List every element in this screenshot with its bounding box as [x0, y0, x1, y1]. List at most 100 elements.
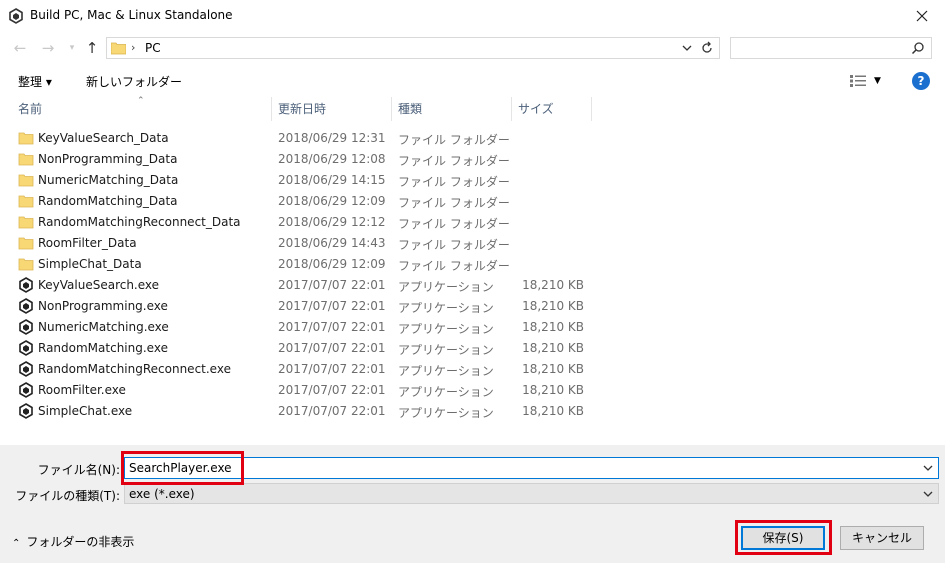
folder-icon — [18, 153, 34, 166]
file-date: 2017/07/07 22:01 — [278, 320, 386, 334]
file-name: SimpleChat.exe — [38, 404, 133, 418]
filename-highlight — [121, 451, 244, 485]
chevron-down-icon[interactable] — [922, 462, 934, 474]
file-type: アプリケーション — [398, 301, 494, 315]
unity-icon — [19, 361, 33, 377]
search-input[interactable] — [730, 37, 932, 59]
file-date: 2017/07/07 22:01 — [278, 278, 386, 292]
file-row[interactable]: SimpleChat_Data 2018/06/29 12:09 ファイル フォルダ… — [0, 254, 945, 275]
file-name: KeyValueSearch_Data — [38, 131, 169, 145]
file-row[interactable]: RandomMatchingReconnect_Data 2018/06/29 1… — [0, 212, 945, 233]
file-date: 2018/06/29 14:15 — [278, 173, 386, 187]
filename-label: ファイル名(N): — [37, 463, 120, 477]
arrow-left-icon: ← — [13, 39, 27, 57]
file-row[interactable]: NonProgramming_Data 2018/06/29 12:08 ファイル … — [0, 149, 945, 170]
file-type: アプリケーション — [398, 385, 494, 399]
file-name: RoomFilter_Data — [38, 236, 137, 250]
file-date: 2017/07/07 22:01 — [278, 383, 386, 397]
file-name: RoomFilter.exe — [38, 383, 126, 397]
view-details-icon[interactable] — [850, 75, 866, 87]
filetype-label: ファイルの種類(T): — [15, 489, 120, 503]
column-headers: 名前 更新日時 種類 サイズ — [0, 97, 945, 121]
folder-icon — [18, 258, 34, 271]
address-bar[interactable]: › PC — [106, 37, 720, 59]
column-header-date[interactable]: 更新日時 — [272, 97, 392, 121]
unity-icon — [19, 277, 33, 293]
file-type: アプリケーション — [398, 322, 494, 336]
refresh-icon[interactable] — [699, 40, 715, 56]
file-name: RandomMatchingReconnect.exe — [38, 362, 231, 376]
filetype-value: exe (*.exe) — [129, 487, 195, 501]
search-icon — [911, 42, 924, 55]
unity-icon — [19, 298, 33, 314]
file-type: ファイル フォルダー — [398, 238, 510, 252]
file-name: RandomMatchingReconnect_Data — [38, 215, 241, 229]
file-name: NonProgramming.exe — [38, 299, 168, 313]
file-size: 18,210 KB — [522, 299, 584, 313]
file-row[interactable]: KeyValueSearch_Data 2018/06/29 12:31 ファイル … — [0, 128, 945, 149]
file-date: 2017/07/07 22:01 — [278, 362, 386, 376]
close-icon — [916, 10, 928, 22]
arrow-up-icon: ↑ — [85, 39, 99, 57]
file-row[interactable]: SimpleChat.exe 2017/07/07 22:01 アプリケーション 18… — [0, 401, 945, 422]
file-type: ファイル フォルダー — [398, 154, 510, 168]
folder-icon — [18, 174, 34, 187]
help-icon: ? — [917, 74, 925, 88]
file-type: アプリケーション — [398, 406, 494, 420]
file-row[interactable]: KeyValueSearch.exe 2017/07/07 22:01 アプリケーシ… — [0, 275, 945, 296]
command-bar: 整理 ▾ 新しいフォルダー ▼ — [0, 66, 945, 96]
file-row[interactable]: RandomMatching_Data 2018/06/29 12:09 ファイル … — [0, 191, 945, 212]
file-date: 2018/06/29 12:09 — [278, 194, 386, 208]
up-button[interactable]: ↑ — [82, 38, 102, 58]
filename-field[interactable]: SearchPlayer.exe — [124, 457, 939, 479]
cancel-button[interactable]: キャンセル — [840, 526, 924, 550]
recent-locations-button[interactable]: ▾ — [62, 38, 82, 58]
column-header-name[interactable]: 名前 — [12, 97, 272, 121]
organize-menu[interactable]: 整理 ▾ — [18, 73, 52, 90]
file-name: SimpleChat_Data — [38, 257, 142, 271]
file-row[interactable]: RoomFilter.exe 2017/07/07 22:01 アプリケーション 18… — [0, 380, 945, 401]
forward-button[interactable]: → — [38, 38, 58, 58]
folder-icon — [18, 216, 34, 229]
chevron-down-icon: ▾ — [69, 43, 75, 53]
folder-icon — [18, 132, 34, 145]
file-size: 18,210 KB — [522, 383, 584, 397]
unity-icon — [9, 8, 23, 24]
folder-icon — [18, 195, 34, 208]
file-row[interactable]: RoomFilter_Data 2018/06/29 14:43 ファイル フォルダ… — [0, 233, 945, 254]
chevron-down-icon[interactable] — [680, 41, 694, 55]
folder-icon — [111, 42, 126, 55]
file-name: NumericMatching_Data — [38, 173, 179, 187]
column-header-type[interactable]: 種類 — [392, 97, 512, 121]
filetype-select[interactable]: exe (*.exe) — [124, 483, 939, 504]
file-date: 2017/07/07 22:01 — [278, 299, 386, 313]
hide-folders-label: フォルダーの非表示 — [26, 535, 135, 549]
file-row[interactable]: RandomMatching.exe 2017/07/07 22:01 アプリケーシ… — [0, 338, 945, 359]
file-row[interactable]: NumericMatching_Data 2018/06/29 14:15 ファイル… — [0, 170, 945, 191]
arrow-right-icon: → — [41, 39, 55, 57]
file-type: ファイル フォルダー — [398, 196, 510, 210]
folder-icon — [18, 237, 34, 250]
chevron-down-icon — [923, 491, 933, 497]
help-button[interactable]: ? — [912, 72, 930, 90]
unity-icon — [19, 340, 33, 356]
breadcrumb-pc[interactable]: PC — [145, 41, 161, 55]
file-name: RandomMatching.exe — [38, 341, 168, 355]
file-row[interactable]: RandomMatchingReconnect.exe 2017/07/07 22… — [0, 359, 945, 380]
view-options-chevron-icon[interactable]: ▼ — [874, 76, 881, 86]
hide-folders-toggle[interactable]: ⌃ フォルダーの非表示 — [12, 533, 134, 550]
file-row[interactable]: NonProgramming.exe 2017/07/07 22:01 アプリケーシ… — [0, 296, 945, 317]
new-folder-button[interactable]: 新しいフォルダー — [86, 73, 182, 90]
file-date: 2018/06/29 12:31 — [278, 131, 386, 145]
file-size: 18,210 KB — [522, 320, 584, 334]
file-type: アプリケーション — [398, 364, 494, 378]
back-button[interactable]: ← — [10, 38, 30, 58]
file-row[interactable]: NumericMatching.exe 2017/07/07 22:01 アプリケー… — [0, 317, 945, 338]
file-type: アプリケーション — [398, 280, 494, 294]
file-name: RandomMatching_Data — [38, 194, 178, 208]
column-header-size[interactable]: サイズ — [512, 97, 592, 121]
file-type: ファイル フォルダー — [398, 217, 510, 231]
file-type: ファイル フォルダー — [398, 259, 510, 273]
close-button[interactable] — [899, 0, 945, 32]
file-size: 18,210 KB — [522, 278, 584, 292]
